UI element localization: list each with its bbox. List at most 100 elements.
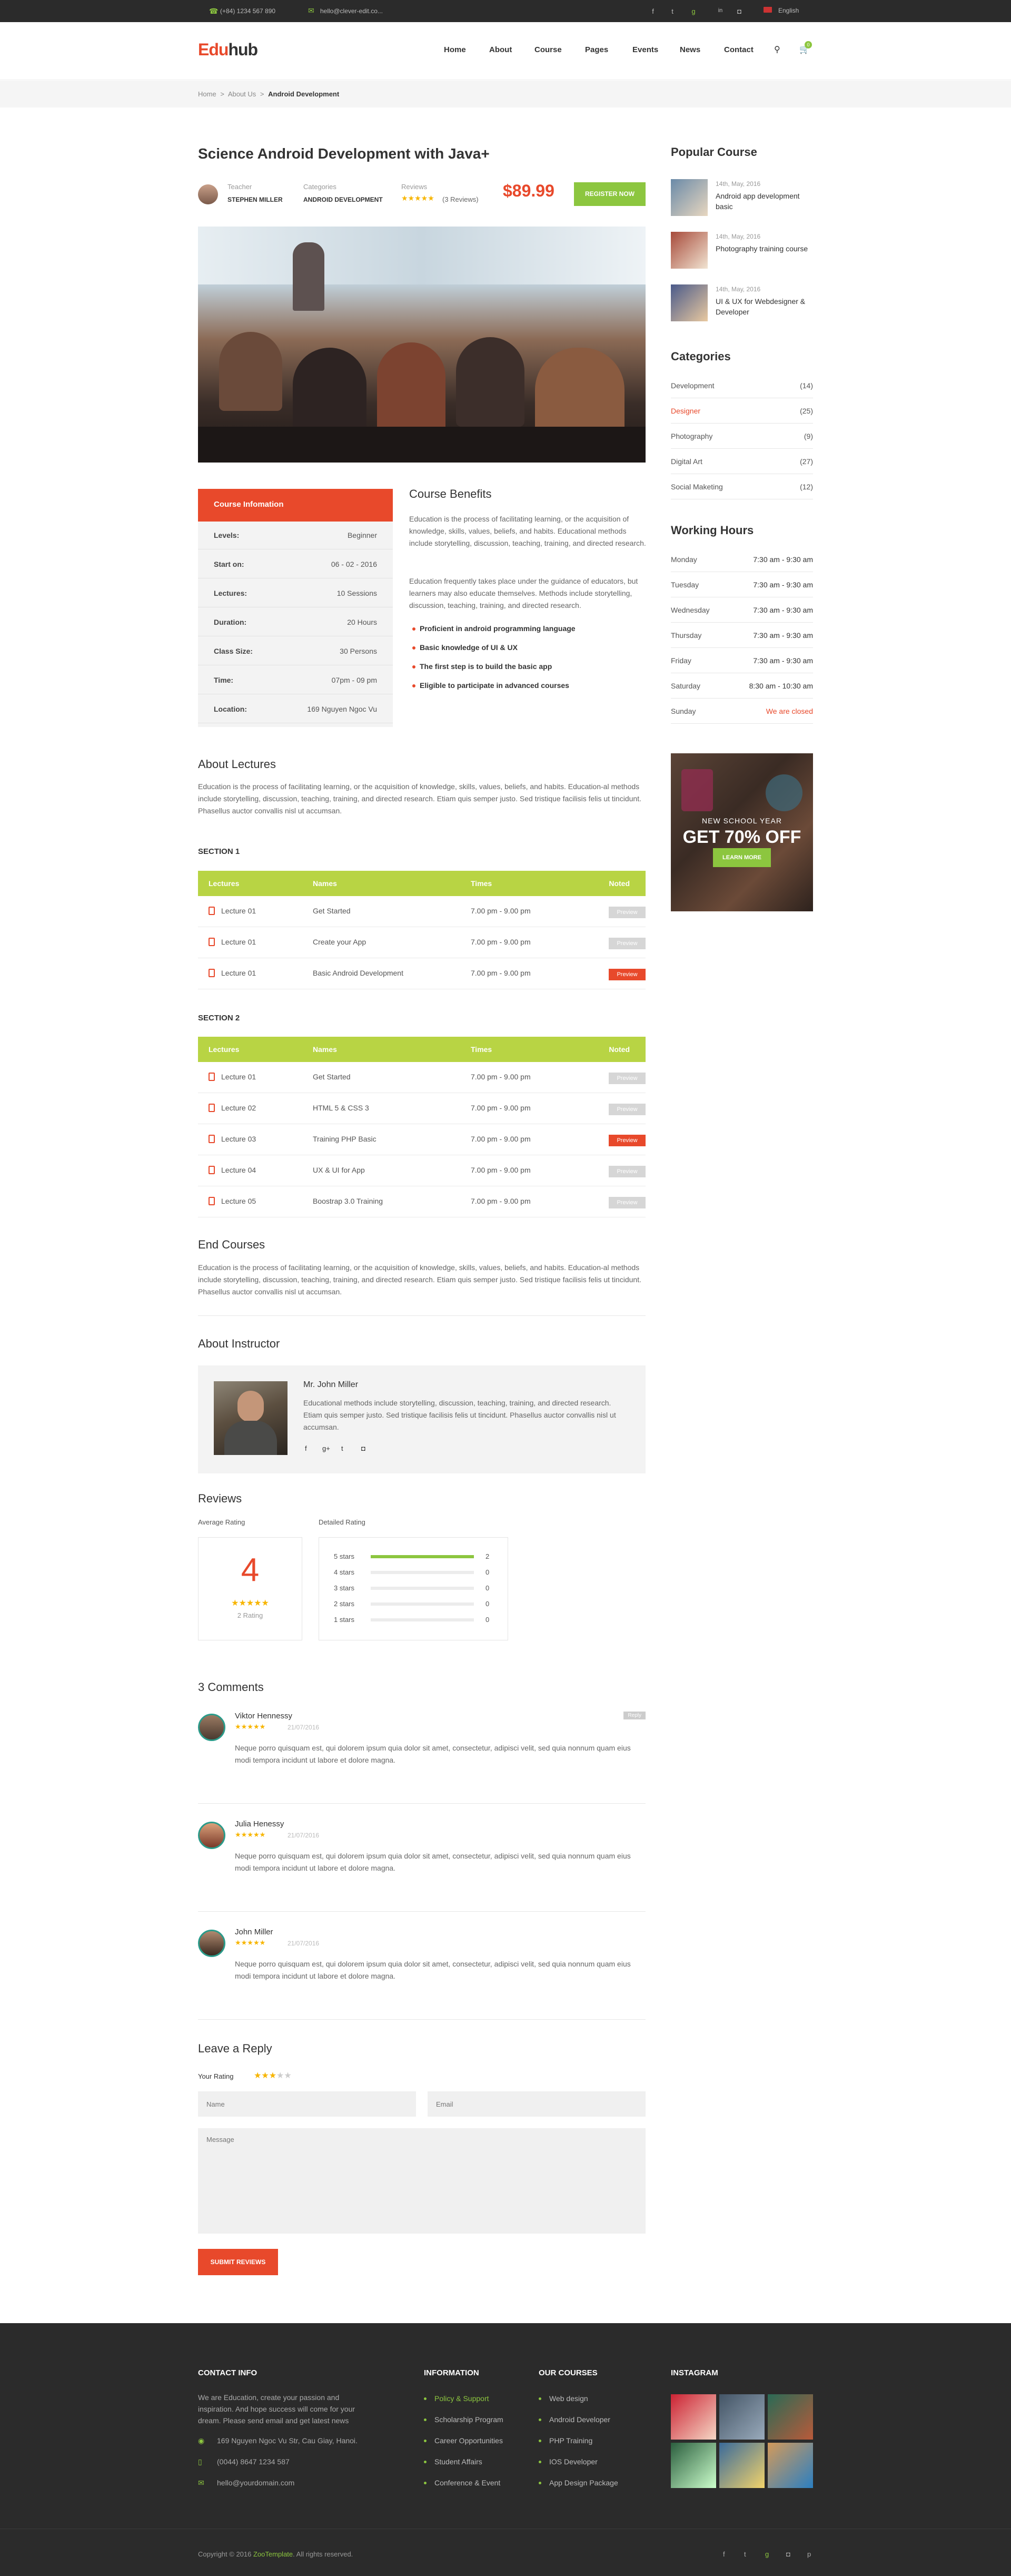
category-name[interactable]: Photography (671, 432, 712, 440)
footer-link[interactable]: Android Developer (539, 2415, 644, 2426)
footer-link[interactable]: Career Opportunities (424, 2436, 529, 2447)
footer-link-label[interactable]: PHP Training (549, 2436, 592, 2445)
divider (198, 1315, 646, 1316)
popular-course-item[interactable]: 14th, May, 2016 Photography training cour… (671, 231, 813, 272)
search-icon[interactable]: ⚲ (774, 44, 780, 55)
language-selector[interactable]: English (778, 7, 799, 14)
instagram-icon[interactable]: ◘ (361, 1444, 365, 1452)
twitter-icon[interactable]: t (341, 1444, 343, 1452)
preview-button[interactable]: Preview (609, 907, 646, 918)
message-input[interactable] (198, 2128, 646, 2234)
nav-events[interactable]: Events (632, 45, 658, 54)
footer-link-label[interactable]: Android Developer (549, 2415, 610, 2424)
footer-link-label[interactable]: Conference & Event (434, 2479, 500, 2487)
category-name[interactable]: Social Maketing (671, 483, 723, 491)
footer-link-label[interactable]: Career Opportunities (434, 2436, 503, 2445)
footer-link[interactable]: App Design Package (539, 2479, 644, 2489)
reviews-label: Reviews (401, 183, 428, 191)
footer-link-label[interactable]: Scholarship Program (434, 2415, 503, 2424)
nav-about[interactable]: About (489, 45, 512, 54)
instagram-photo[interactable] (671, 2443, 716, 2488)
footer-link[interactable]: IOS Developer (539, 2457, 644, 2468)
instagram-photo[interactable] (768, 2394, 813, 2440)
category-item[interactable]: Digital Art (27) (671, 449, 813, 474)
footer-link[interactable]: Web design (539, 2394, 644, 2405)
preview-button[interactable]: Preview (609, 1135, 646, 1146)
popular-course-title[interactable]: Photography training course (716, 243, 813, 254)
instagram-photo[interactable] (671, 2394, 716, 2440)
table-row[interactable]: Lecture 01 Get Started 7.00 pm - 9.00 pm Pr… (198, 1062, 646, 1093)
popular-course-title[interactable]: Android app development basic (716, 191, 813, 212)
facebook-icon[interactable]: f (648, 7, 658, 15)
category-item[interactable]: Photography (9) (671, 424, 813, 449)
popular-course-item[interactable]: 14th, May, 2016 Android app development b… (671, 178, 813, 219)
twitter-icon[interactable]: t (667, 7, 678, 15)
reply-button[interactable]: Reply (623, 1712, 646, 1719)
email-input[interactable] (428, 2091, 646, 2117)
preview-button[interactable]: Preview (609, 938, 646, 949)
footer-link-label[interactable]: App Design Package (549, 2479, 618, 2487)
facebook-icon[interactable]: f (305, 1444, 307, 1452)
footer-link[interactable]: Scholarship Program (424, 2415, 529, 2426)
preview-button[interactable]: Preview (609, 1197, 646, 1208)
copyright-brand[interactable]: ZooTemplate (253, 2550, 293, 2558)
instagram-photo[interactable] (719, 2394, 765, 2440)
footer-link[interactable]: PHP Training (539, 2436, 644, 2447)
google-plus-icon[interactable]: g+ (322, 1444, 330, 1452)
category-item[interactable]: Designer (25) (671, 398, 813, 424)
logo[interactable]: Eduhub (198, 40, 258, 60)
teacher-name[interactable]: STEPHEN MILLER (227, 196, 283, 203)
register-button[interactable]: REGISTER NOW (574, 182, 646, 206)
category-name[interactable]: Development (671, 381, 715, 390)
nav-home[interactable]: Home (444, 45, 466, 54)
crumb-home[interactable]: Home (198, 90, 216, 98)
table-row[interactable]: Lecture 01 Create your App 7.00 pm - 9.00 … (198, 927, 646, 958)
nav-news[interactable]: News (680, 45, 700, 54)
footer-link-label[interactable]: Web design (549, 2394, 588, 2403)
footer-link-label[interactable]: Policy & Support (434, 2394, 489, 2403)
table-row[interactable]: Lecture 01 Basic Android Development 7.00 … (198, 958, 646, 989)
your-rating-stars[interactable]: ★★★★★ (254, 2070, 292, 2081)
table-row[interactable]: Lecture 01 Get Started 7.00 pm - 9.00 pm Pr… (198, 896, 646, 927)
footer-mail[interactable]: hello@yourdomain.com (217, 2479, 294, 2487)
table-row[interactable]: Lecture 05 Boostrap 3.0 Training 7.00 pm -… (198, 1186, 646, 1217)
instagram-icon[interactable]: ◘ (786, 2550, 790, 2558)
preview-button[interactable]: Preview (609, 1104, 646, 1115)
footer-link[interactable]: Policy & Support (424, 2394, 529, 2405)
crumb-about[interactable]: About Us (228, 90, 256, 98)
nav-contact[interactable]: Contact (724, 45, 754, 54)
nav-course[interactable]: Course (534, 45, 562, 54)
footer-link-label[interactable]: IOS Developer (549, 2457, 598, 2466)
table-row[interactable]: Lecture 02 HTML 5 & CSS 3 7.00 pm - 9.00 p… (198, 1093, 646, 1124)
top-email[interactable]: hello@clever-edit.co... (320, 7, 383, 15)
twitter-icon[interactable]: t (744, 2550, 746, 2558)
instagram-icon[interactable]: ◘ (734, 7, 745, 15)
category-item[interactable]: Social Maketing (12) (671, 474, 813, 499)
table-row[interactable]: Lecture 03 Training PHP Basic 7.00 pm - 9.… (198, 1124, 646, 1155)
instagram-photo[interactable] (768, 2443, 813, 2488)
name-input[interactable] (198, 2091, 416, 2117)
learn-more-button[interactable]: LEARN MORE (713, 848, 771, 867)
instagram-photo[interactable] (719, 2443, 765, 2488)
table-row[interactable]: Lecture 04 UX & UI for App 7.00 pm - 9.00 … (198, 1155, 646, 1186)
facebook-icon[interactable]: f (723, 2550, 725, 2558)
linkedin-icon[interactable]: in (715, 7, 726, 14)
category-item[interactable]: Development (14) (671, 373, 813, 398)
nav-pages[interactable]: Pages (585, 45, 608, 54)
google-icon[interactable]: g (688, 7, 699, 15)
promo-banner[interactable]: NEW SCHOOL YEAR GET 70% OFF LEARN MORE (671, 753, 813, 911)
footer-link-label[interactable]: Student Affairs (434, 2457, 482, 2466)
category-name[interactable]: Digital Art (671, 457, 702, 466)
popular-course-title[interactable]: UI & UX for Webdesigner & Developer (716, 296, 813, 317)
footer-link[interactable]: Conference & Event (424, 2479, 529, 2489)
google-icon[interactable]: g (765, 2550, 769, 2558)
category-name[interactable]: ANDROID DEVELOPMENT (303, 196, 383, 203)
footer-link[interactable]: Student Affairs (424, 2457, 529, 2468)
category-name[interactable]: Designer (671, 407, 700, 415)
pinterest-icon[interactable]: p (807, 2550, 811, 2558)
submit-reviews-button[interactable]: SUBMIT REVIEWS (198, 2249, 278, 2275)
preview-button[interactable]: Preview (609, 1166, 646, 1177)
popular-course-item[interactable]: 14th, May, 2016 UI & UX for Webdesigner &… (671, 283, 813, 325)
preview-button[interactable]: Preview (609, 969, 646, 980)
preview-button[interactable]: Preview (609, 1073, 646, 1084)
